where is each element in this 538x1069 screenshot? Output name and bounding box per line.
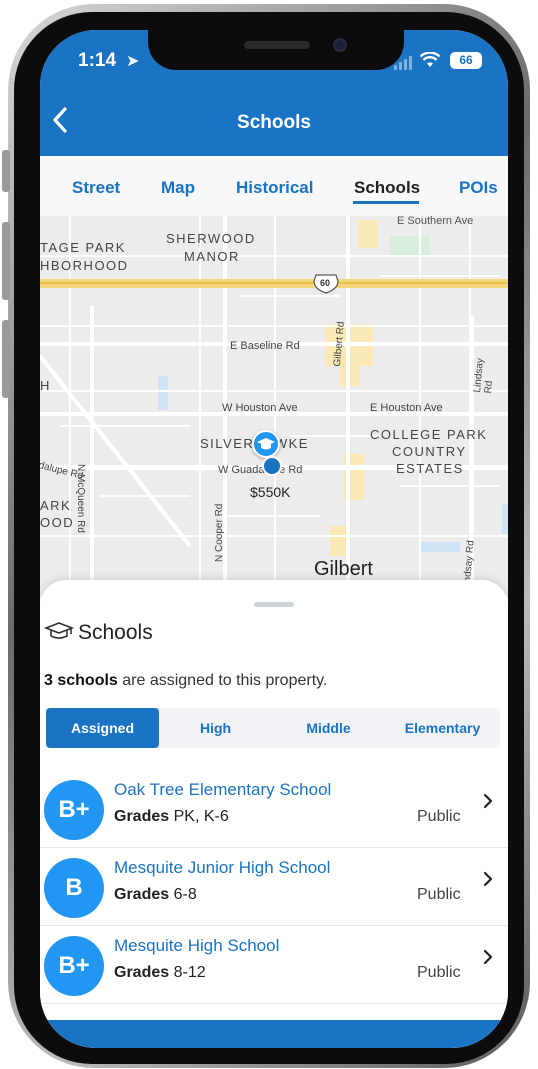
- sheet-grabber[interactable]: [254, 602, 294, 607]
- grades-value: PK, K-6: [173, 808, 229, 825]
- school-rating-badge: B+: [44, 780, 104, 840]
- school-type: Public: [417, 808, 461, 825]
- schools-count: 3 schools: [44, 672, 118, 689]
- school-grades: Grades PK, K-6: [114, 808, 229, 826]
- school-name[interactable]: Oak Tree Elementary School: [114, 780, 331, 800]
- volume-down-button: [2, 320, 10, 398]
- map-label-ark: ARK: [40, 498, 72, 513]
- map-label-college-park: COLLEGE PARK: [370, 427, 488, 442]
- notch: [148, 30, 404, 70]
- chevron-right-icon[interactable]: [482, 792, 494, 816]
- school-rating-badge: B: [44, 858, 104, 918]
- app-header: 1:14 ➤ 66 Schools: [40, 30, 508, 156]
- map-label-baseline: E Baseline Rd: [230, 340, 300, 352]
- grades-label: Grades: [114, 808, 170, 825]
- screen: 1:14 ➤ 66 Schools Street Map Historical …: [40, 30, 508, 1048]
- school-type: Public: [417, 964, 461, 981]
- school-grades: Grades 8-12: [114, 964, 206, 982]
- school-grades: Grades 6-8: [114, 886, 197, 904]
- filter-elementary[interactable]: Elementary: [385, 708, 500, 748]
- front-camera: [333, 38, 347, 52]
- map-label-sherwood: SHERWOOD: [166, 231, 256, 246]
- bottom-action-bar: [40, 1020, 508, 1048]
- grades-value: 6-8: [173, 886, 197, 903]
- location-arrow-icon: ➤: [126, 53, 140, 70]
- school-row[interactable]: B+ Oak Tree Elementary School Grades PK,…: [40, 770, 508, 848]
- map-label-mcqueen: N McQueen Rd: [75, 464, 86, 533]
- tab-map[interactable]: Map: [161, 178, 195, 198]
- property-price-label: $550K: [250, 484, 291, 500]
- map-label-country: COUNTRY: [392, 444, 467, 459]
- battery-indicator: 66: [450, 52, 482, 69]
- map-view[interactable]: E Southern Ave SHERWOOD MANOR TAGE PARK …: [40, 215, 508, 596]
- school-type: Public: [417, 886, 461, 903]
- map-label-houston-e: E Houston Ave: [370, 402, 443, 414]
- schools-bottom-sheet: Schools 3 schools are assigned to this p…: [40, 580, 508, 1048]
- school-rating-badge: B+: [44, 936, 104, 996]
- sheet-title: Schools: [78, 621, 153, 644]
- filter-high[interactable]: High: [159, 708, 272, 748]
- map-label-estates: ESTATES: [396, 461, 464, 476]
- speaker-grille: [244, 41, 310, 49]
- property-map-marker[interactable]: [262, 456, 282, 476]
- school-row[interactable]: B Mesquite Junior High School Grades 6-8…: [40, 848, 508, 926]
- schools-summary-text: are assigned to this property.: [117, 672, 328, 689]
- graduation-cap-icon: [43, 620, 75, 644]
- map-label-highway: 60: [320, 278, 331, 288]
- tab-pois[interactable]: POIs: [459, 178, 498, 198]
- grades-value: 8-12: [173, 964, 206, 981]
- active-tab-indicator: [353, 201, 419, 204]
- filter-middle[interactable]: Middle: [272, 708, 385, 748]
- school-level-filter: Assigned High Middle Elementary: [46, 708, 500, 748]
- map-label-houston-w: W Houston Ave: [222, 402, 298, 414]
- chevron-right-icon[interactable]: [482, 870, 494, 894]
- mute-switch: [2, 150, 10, 192]
- filter-assigned[interactable]: Assigned: [46, 708, 159, 748]
- volume-up-button: [2, 222, 10, 300]
- school-row[interactable]: B+ Mesquite High School Grades 8-12 Publ…: [40, 926, 508, 1004]
- tab-schools[interactable]: Schools: [354, 178, 420, 198]
- tab-historical[interactable]: Historical: [236, 178, 313, 198]
- school-map-marker[interactable]: [252, 430, 280, 458]
- map-label-lindsay-rd: Lindsay Rd: [472, 357, 496, 394]
- grades-label: Grades: [114, 964, 170, 981]
- map-label-h: H: [40, 378, 50, 393]
- page-title: Schools: [237, 112, 311, 133]
- schools-summary: 3 schools are assigned to this property.: [44, 672, 327, 690]
- chevron-right-icon[interactable]: [482, 948, 494, 972]
- school-name[interactable]: Mesquite High School: [114, 936, 279, 956]
- graduation-cap-icon: [257, 438, 275, 450]
- map-label-city: Gilbert: [314, 558, 373, 580]
- map-label-southern: E Southern Ave: [397, 215, 474, 227]
- grades-label: Grades: [114, 886, 170, 903]
- map-label-ood: OOD: [40, 515, 75, 530]
- map-label-cooper: N Cooper Rd: [214, 503, 225, 562]
- map-label-park: TAGE PARK: [40, 240, 126, 255]
- wifi-icon: [419, 51, 441, 73]
- status-time: 1:14: [78, 50, 117, 71]
- tab-street[interactable]: Street: [72, 178, 120, 198]
- school-name[interactable]: Mesquite Junior High School: [114, 858, 330, 878]
- detail-tabs: Street Map Historical Schools POIs: [40, 156, 508, 216]
- map-label-manor: MANOR: [184, 249, 240, 264]
- map-label-guadalupe: W Guadalupe Rd: [218, 464, 303, 476]
- map-label-neighborhood: HBORHOOD: [40, 258, 129, 273]
